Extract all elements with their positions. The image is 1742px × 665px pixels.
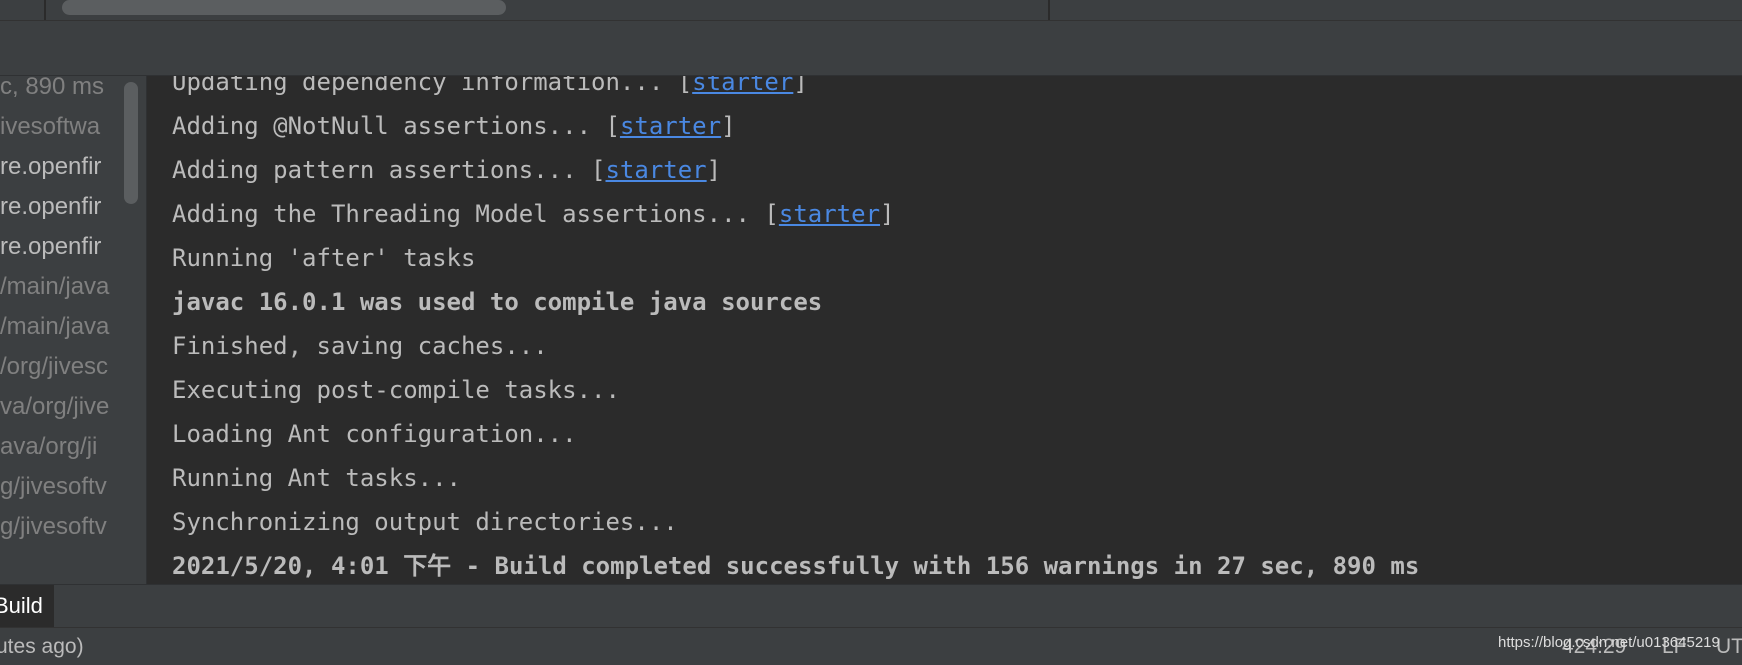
tab-build[interactable]: Build	[0, 585, 54, 627]
tree-item-label: /main/java	[0, 273, 110, 300]
tree-item[interactable]: g/jivesoftv	[0, 508, 118, 546]
console-line: javac 16.0.1 was used to compile java so…	[172, 282, 822, 322]
console-text: ]	[793, 76, 808, 96]
console-text: Adding pattern assertions... [	[172, 156, 606, 184]
status-bar: utes ago) 424:29 LF UT https://blog.csdn…	[0, 627, 1742, 665]
tree-item-label: re.openfir	[0, 153, 102, 180]
separator	[44, 0, 46, 20]
vertical-scrollbar[interactable]	[124, 82, 138, 204]
tree-item[interactable]: /org/jivesc	[0, 348, 118, 386]
console-line: Running 'after' tasks	[172, 238, 475, 278]
starter-link[interactable]: starter	[779, 200, 880, 228]
tree-item-label: /org/jivesc	[0, 353, 109, 380]
tree-item-label: c, 890 ms	[0, 76, 105, 100]
tree-item-label: re.openfir	[0, 233, 102, 260]
build-toolbar	[0, 21, 1742, 76]
console-text: Adding @NotNull assertions... [	[172, 112, 620, 140]
tree-item[interactable]: ivesoftwa	[0, 108, 118, 146]
console-text: ]	[721, 112, 736, 140]
tree-item[interactable]: re.openfir	[0, 188, 118, 226]
horizontal-scrollbar[interactable]	[62, 0, 506, 15]
watermark: https://blog.csdn.net/u013645219	[1498, 634, 1720, 651]
console-text: Finished, saving caches...	[172, 332, 548, 360]
starter-link[interactable]: starter	[620, 112, 721, 140]
starter-link[interactable]: starter	[605, 156, 706, 184]
tree-item[interactable]: /main/java	[0, 268, 118, 306]
build-output-console: Updating dependency information... [star…	[147, 76, 1742, 584]
console-line: Updating dependency information... [star…	[172, 76, 808, 102]
starter-link[interactable]: starter	[692, 76, 793, 96]
console-line: Running Ant tasks...	[172, 458, 461, 498]
console-text: 2021/5/20, 4:01 下午 - Build completed suc…	[172, 552, 1420, 580]
tree-item[interactable]: g/jivesoftv	[0, 468, 118, 506]
tree-item[interactable]: c, 890 ms	[0, 76, 118, 106]
console-text: Loading Ant configuration...	[172, 420, 577, 448]
separator	[1048, 0, 1050, 20]
console-line: Adding @NotNull assertions... [starter]	[172, 106, 736, 146]
build-tree-panel: c, 890 ms ivesoftwa re.openfir re.openfir re…	[0, 76, 147, 584]
tree-item[interactable]: ava/org/ji	[0, 428, 118, 466]
tree-item-label: /main/java	[0, 313, 110, 340]
file-encoding[interactable]: UT	[1716, 628, 1742, 665]
console-text: Updating dependency information... [	[172, 76, 693, 96]
tree-item[interactable]: re.openfir	[0, 228, 118, 266]
tree-item-label: g/jivesoftv	[0, 513, 107, 540]
console-line: Synchronizing output directories...	[172, 502, 678, 542]
console-text: Running 'after' tasks	[172, 244, 476, 272]
console-line: Executing post-compile tasks...	[172, 370, 620, 410]
tree-item-label: ava/org/ji	[0, 433, 98, 460]
console-text: Synchronizing output directories...	[172, 508, 678, 536]
console-line: Loading Ant configuration...	[172, 414, 577, 454]
console-line: Adding the Threading Model assertions...…	[172, 194, 894, 234]
tree-item[interactable]: /main/java	[0, 308, 118, 346]
console-text: Adding the Threading Model assertions...…	[172, 200, 779, 228]
tree-item[interactable]: re.openfir	[0, 148, 118, 186]
tree-item-label: va/org/jive	[0, 393, 110, 420]
tree-item-label: g/jivesoftv	[0, 473, 107, 500]
tree-item[interactable]: va/org/jive	[0, 388, 118, 426]
console-text: ]	[706, 156, 722, 184]
console-line: Adding pattern assertions... [starter]	[172, 150, 721, 190]
tree-item-label: re.openfir	[0, 193, 102, 220]
top-scroll-area	[0, 0, 1742, 21]
tool-window-tabs: Build	[0, 584, 1742, 627]
status-message: utes ago)	[0, 635, 84, 658]
console-text: Executing post-compile tasks...	[172, 376, 620, 404]
console-text: Running Ant tasks...	[172, 464, 461, 492]
console-line: 2021/5/20, 4:01 下午 - Build completed suc…	[172, 546, 1419, 584]
console-text: javac 16.0.1 was used to compile java so…	[172, 288, 823, 316]
console-line: Finished, saving caches...	[172, 326, 548, 366]
console-text: ]	[880, 200, 895, 228]
tree-item-label: ivesoftwa	[0, 113, 101, 140]
